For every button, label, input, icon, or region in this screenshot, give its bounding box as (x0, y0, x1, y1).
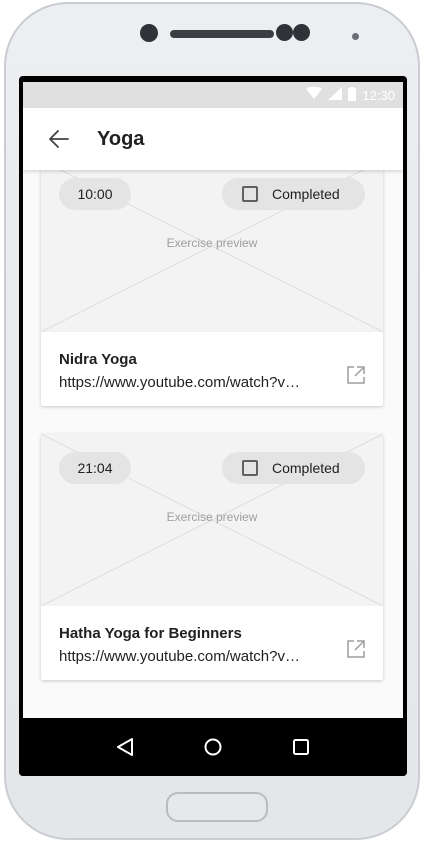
exercise-preview[interactable]: 21:04 Completed Exercise preview (41, 434, 383, 606)
checkbox-icon[interactable] (242, 186, 258, 202)
sensor-dot-icon (293, 24, 310, 41)
exercise-card: 10:00 Completed Exercise preview Nidra Y… (41, 170, 383, 406)
proximity-sensor-icon (352, 33, 359, 40)
sensor-dot-icon (276, 24, 293, 41)
home-circle-icon[interactable] (193, 727, 233, 767)
card-body: Nidra Yoga https://www.youtube.com/watch… (41, 332, 383, 406)
open-in-new-icon[interactable] (345, 638, 367, 660)
completed-label: Completed (272, 186, 340, 202)
battery-icon (348, 86, 357, 104)
device-screen: 12:30 Yoga 10:00 Completed Exercise prev… (19, 76, 407, 776)
wifi-icon (306, 86, 323, 103)
exercise-title: Hatha Yoga for Beginners (59, 625, 242, 642)
exercise-card: 21:04 Completed Exercise preview Hatha Y… (41, 434, 383, 680)
exercise-link[interactable]: https://www.youtube.com/watch?v… (59, 372, 341, 394)
open-in-new-icon[interactable] (345, 364, 367, 386)
page-title: Yoga (97, 127, 145, 150)
exercise-title: Nidra Yoga (59, 351, 137, 368)
back-triangle-icon[interactable] (105, 727, 145, 767)
recents-square-icon[interactable] (281, 727, 321, 767)
completed-toggle[interactable]: Completed (222, 452, 365, 484)
exercise-preview[interactable]: 10:00 Completed Exercise preview (41, 170, 383, 332)
checkbox-icon[interactable] (242, 460, 258, 476)
exercise-link[interactable]: https://www.youtube.com/watch?v… (59, 646, 341, 668)
preview-label: Exercise preview (166, 236, 258, 250)
front-camera-icon (140, 24, 158, 42)
completed-label: Completed (272, 460, 340, 476)
duration-chip: 10:00 (59, 178, 131, 210)
exercise-list[interactable]: 10:00 Completed Exercise preview Nidra Y… (23, 170, 403, 718)
hardware-home-button[interactable] (166, 792, 268, 822)
earpiece-speaker (170, 30, 274, 38)
arrow-left-icon[interactable] (35, 115, 83, 163)
status-time: 12:30 (362, 87, 395, 103)
signal-icon (328, 87, 343, 103)
status-bar: 12:30 (23, 82, 403, 108)
phone-frame: 12:30 Yoga 10:00 Completed Exercise prev… (4, 2, 420, 840)
completed-toggle[interactable]: Completed (222, 178, 365, 210)
preview-label: Exercise preview (166, 510, 258, 524)
phone-top-bezel (6, 4, 418, 84)
duration-chip: 21:04 (59, 452, 131, 484)
app-bar: Yoga (23, 108, 403, 170)
card-body: Hatha Yoga for Beginners https://www.you… (41, 606, 383, 680)
android-nav-bar (19, 718, 407, 776)
